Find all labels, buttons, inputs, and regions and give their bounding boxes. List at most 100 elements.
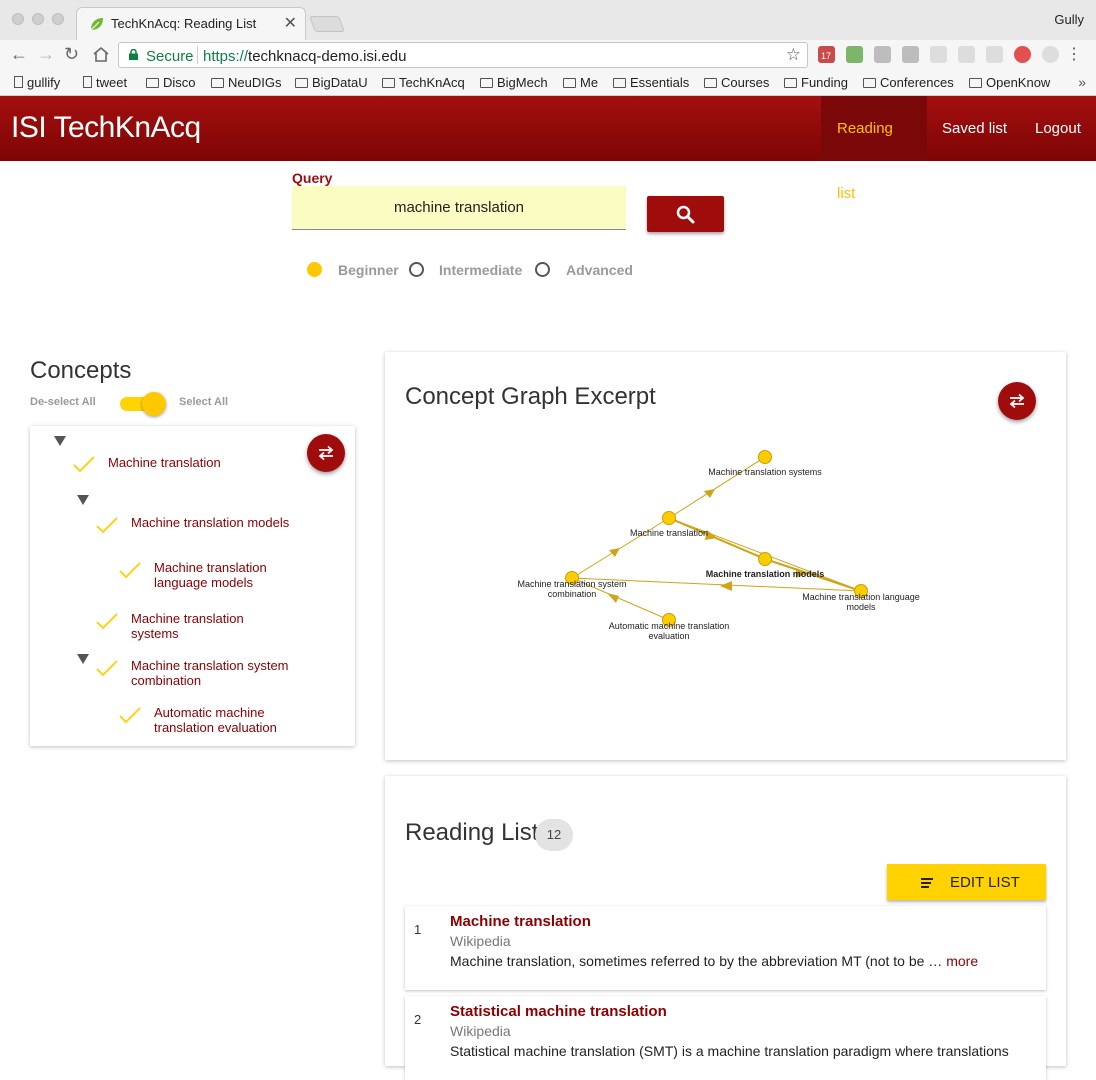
bookmark-folder-essentials[interactable]: Essentials	[613, 75, 689, 90]
graph-node-label: combination	[548, 589, 597, 599]
skype-extension-icon[interactable]	[1042, 46, 1059, 63]
nav-saved-list[interactable]: Saved list	[926, 96, 1023, 161]
pulse-extension-icon[interactable]	[986, 46, 1003, 63]
bookmark-folder-openknow[interactable]: OpenKnow	[969, 75, 1050, 90]
url-divider	[197, 46, 198, 64]
profile-name[interactable]: Gully	[1054, 12, 1084, 27]
reading-list-title: Reading List	[405, 819, 539, 846]
reading-list-item[interactable]: 1 Machine translation Wikipedia Machine …	[405, 906, 1046, 990]
folder-icon	[863, 78, 876, 88]
window-close-button[interactable]	[12, 13, 24, 25]
nav-logout[interactable]: Logout	[1019, 96, 1096, 161]
select-all-toggle-knob[interactable]	[142, 392, 166, 416]
level-intermediate-label[interactable]: Intermediate	[439, 262, 522, 278]
edge-arrowhead	[704, 489, 715, 498]
concept-graph: Machine translation systems Machine tran…	[517, 450, 920, 641]
collapse-triangle-icon[interactable]	[77, 654, 89, 664]
level-beginner-label[interactable]: Beginner	[338, 262, 399, 278]
collapse-triangle-icon[interactable]	[77, 495, 89, 505]
bookmark-gullify[interactable]: gullify	[14, 75, 60, 90]
tree-item-automatic-machine-translation-evaluation[interactable]: Automatic machine translation evaluation	[154, 705, 277, 735]
tree-item-machine-translation-language-models[interactable]: Machine translation language models	[154, 560, 267, 590]
bookmark-folder-bigdatau[interactable]: BigDataU	[295, 75, 368, 90]
item-source: Wikipedia	[450, 1023, 511, 1039]
folder-icon	[382, 78, 395, 88]
tree-item-machine-translation-models[interactable]: Machine translation models	[131, 515, 289, 530]
reload-icon[interactable]: ↻	[64, 44, 79, 65]
bookmark-folder-neudigs[interactable]: NeuDIGs	[211, 75, 281, 90]
window-minimize-button[interactable]	[32, 13, 44, 25]
edge-arrowhead	[609, 548, 620, 557]
bookmark-folder-bigmech[interactable]: BigMech	[480, 75, 548, 90]
pdf-extension-icon[interactable]	[1014, 46, 1031, 63]
folder-icon	[563, 78, 576, 88]
level-intermediate-radio[interactable]	[409, 262, 424, 277]
bookmark-folder-techknacq[interactable]: TechKnAcq	[382, 75, 465, 90]
bookmarks-overflow-icon[interactable]: »	[1078, 74, 1086, 90]
tree-item-machine-translation[interactable]: Machine translation	[108, 455, 221, 470]
address-bar[interactable]: Secure https://techknacq-demo.isi.edu ☆	[118, 42, 808, 68]
url-text[interactable]: https://techknacq-demo.isi.edu	[203, 48, 406, 65]
folder-icon	[295, 78, 308, 88]
folder-icon	[613, 78, 626, 88]
checkmark-icon[interactable]	[95, 612, 119, 630]
bookmark-star-icon[interactable]: ☆	[786, 45, 801, 65]
item-more-link[interactable]: more	[946, 953, 978, 969]
bookmark-folder-disco[interactable]: Disco	[146, 75, 196, 90]
select-all-label[interactable]: Select All	[179, 396, 228, 408]
item-title-link[interactable]: Statistical machine translation	[450, 1003, 667, 1020]
lock-icon	[129, 49, 138, 60]
browser-menu-icon[interactable]: ⋮	[1066, 44, 1082, 64]
nav-reading-list[interactable]: Reading list	[821, 96, 927, 202]
jb-extension-icon[interactable]	[874, 46, 891, 63]
graph-node-label: evaluation	[648, 631, 689, 641]
edit-list-button[interactable]: EDIT LIST	[887, 864, 1046, 900]
search-button[interactable]	[647, 196, 724, 232]
item-number: 2	[414, 1012, 422, 1027]
forward-arrow-icon[interactable]: →	[37, 44, 55, 65]
back-arrow-icon[interactable]: ←	[10, 44, 28, 65]
item-number: 1	[414, 922, 422, 937]
reading-list-item[interactable]: 2 Statistical machine translation Wikipe…	[405, 996, 1046, 1080]
checkmark-icon[interactable]	[95, 659, 119, 677]
bookmark-folder-me[interactable]: Me	[563, 75, 598, 90]
graph-node	[758, 552, 772, 566]
tree-extension-icon[interactable]	[846, 46, 863, 63]
browser-tab[interactable]: TechKnAcq: Reading List ✕	[76, 7, 306, 40]
bookmarks-bar: gullify tweet Disco NeuDIGs BigDataU Tec…	[0, 70, 1096, 96]
edit-list-label: EDIT LIST	[950, 874, 1020, 891]
query-input[interactable]	[292, 186, 626, 230]
folder-icon	[146, 78, 159, 88]
bookmark-folder-funding[interactable]: Funding	[784, 75, 848, 90]
checkmark-icon[interactable]	[72, 455, 96, 473]
chat-extension-icon[interactable]	[958, 46, 975, 63]
tree-item-machine-translation-systems[interactable]: Machine translation systems	[131, 611, 244, 641]
calendar-extension-icon[interactable]: 17	[818, 46, 835, 63]
window-zoom-button[interactable]	[52, 13, 64, 25]
tab-close-icon[interactable]: ✕	[284, 13, 297, 33]
level-advanced-label[interactable]: Advanced	[566, 262, 633, 278]
bookmark-folder-courses[interactable]: Courses	[704, 75, 769, 90]
bookmark-folder-conferences[interactable]: Conferences	[863, 75, 954, 90]
tree-item-machine-translation-system-combination[interactable]: Machine translation system combination	[131, 658, 289, 688]
new-tab-button[interactable]	[309, 16, 345, 32]
level-advanced-radio[interactable]	[535, 262, 550, 277]
edge-arrowhead	[607, 593, 619, 603]
checkmark-icon[interactable]	[95, 516, 119, 534]
level-beginner-radio[interactable]	[307, 262, 322, 277]
item-snippet: Machine translation, sometimes referred …	[450, 953, 979, 969]
deselect-all-label[interactable]: De-select All	[30, 396, 96, 408]
b-extension-icon[interactable]	[930, 46, 947, 63]
folder-icon	[480, 78, 493, 88]
home-icon[interactable]	[92, 46, 110, 63]
collapse-triangle-icon[interactable]	[54, 436, 66, 446]
swap-view-button[interactable]	[307, 434, 345, 472]
checkmark-icon[interactable]	[118, 561, 142, 579]
note-extension-icon[interactable]	[902, 46, 919, 63]
graph-arrowheads	[607, 489, 808, 603]
brand-title[interactable]: ISI TechKnAcq	[11, 111, 201, 145]
graph-edge	[571, 517, 670, 579]
bookmark-tweet[interactable]: tweet	[83, 75, 127, 90]
checkmark-icon[interactable]	[118, 706, 142, 724]
item-title-link[interactable]: Machine translation	[450, 913, 591, 930]
